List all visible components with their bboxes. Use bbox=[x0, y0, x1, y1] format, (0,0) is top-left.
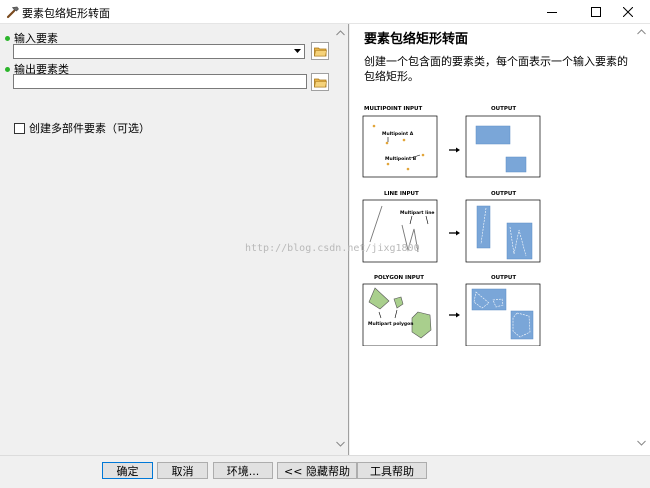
output-label-3: OUTPUT bbox=[491, 275, 516, 281]
create-multipart-label: 创建多部件要素（可选） bbox=[29, 122, 150, 135]
button-bar: 确定 取消 环境... << 隐藏帮助 工具帮助 bbox=[0, 455, 650, 488]
folder-icon bbox=[313, 47, 327, 56]
cancel-button[interactable]: 取消 bbox=[157, 462, 208, 479]
scroll-down-icon[interactable] bbox=[336, 439, 345, 448]
illustration: MULTIPOINT INPUT OUTPUT Multipoint A Mul… bbox=[360, 102, 560, 347]
multipart-line-label: Multipart line bbox=[400, 210, 434, 216]
minimize-button[interactable] bbox=[530, 0, 574, 24]
title-bar: 要素包络矩形转面 bbox=[0, 0, 650, 24]
help-title: 要素包络矩形转面 bbox=[364, 32, 469, 47]
browse-input-button[interactable] bbox=[311, 42, 329, 60]
help-scrollbar[interactable] bbox=[633, 24, 650, 455]
environments-button[interactable]: 环境... bbox=[213, 462, 273, 479]
multipoint-b-label: Multipoint B bbox=[385, 156, 417, 162]
required-dot-icon bbox=[5, 66, 10, 72]
polygon-input-label: POLYGON INPUT bbox=[374, 275, 424, 281]
close-button[interactable] bbox=[606, 0, 650, 24]
multipoint-input-label: MULTIPOINT INPUT bbox=[364, 106, 423, 112]
window-title: 要素包络矩形转面 bbox=[22, 7, 110, 20]
output-feature-class-input[interactable] bbox=[13, 74, 307, 89]
watermark-text: http://blog.csdn.net/jixg1800 bbox=[245, 243, 420, 254]
ok-button[interactable]: 确定 bbox=[102, 462, 153, 479]
create-multipart-option[interactable]: 创建多部件要素（可选） bbox=[14, 120, 150, 136]
help-panel: 要素包络矩形转面 创建一个包含面的要素类，每个面表示一个输入要素的包络矩形。 M… bbox=[350, 24, 650, 455]
folder-icon bbox=[313, 78, 327, 87]
output-label: OUTPUT bbox=[491, 106, 516, 112]
multipart-polygon-label: Multipart polygon bbox=[368, 321, 413, 327]
input-features-dropdown[interactable] bbox=[13, 44, 305, 59]
hide-help-button[interactable]: << 隐藏帮助 bbox=[277, 462, 357, 479]
scroll-up-icon[interactable] bbox=[336, 29, 345, 38]
output-label-2: OUTPUT bbox=[491, 191, 516, 197]
chevron-down-icon[interactable] bbox=[292, 46, 303, 57]
close-icon bbox=[623, 7, 633, 17]
line-input-label: LINE INPUT bbox=[384, 191, 419, 197]
scroll-down-icon[interactable] bbox=[637, 438, 646, 447]
tool-help-button[interactable]: 工具帮助 bbox=[357, 462, 427, 479]
create-multipart-checkbox[interactable] bbox=[14, 122, 25, 134]
hammer-icon bbox=[6, 6, 19, 19]
multipoint-a-label: Multipoint A bbox=[382, 131, 414, 137]
left-scrollbar[interactable] bbox=[333, 25, 348, 455]
required-dot-icon bbox=[5, 35, 10, 41]
tool-illustration: MULTIPOINT INPUT OUTPUT Multipoint A Mul… bbox=[362, 106, 541, 347]
scroll-up-icon[interactable] bbox=[637, 28, 646, 37]
maximize-icon bbox=[591, 7, 601, 17]
minimize-icon bbox=[547, 12, 557, 13]
browse-output-button[interactable] bbox=[311, 73, 329, 91]
help-description: 创建一个包含面的要素类，每个面表示一个输入要素的包络矩形。 bbox=[364, 55, 628, 83]
parameter-panel: 输入要素 输出要素类 创建多部件要素（可选） bbox=[0, 24, 349, 455]
